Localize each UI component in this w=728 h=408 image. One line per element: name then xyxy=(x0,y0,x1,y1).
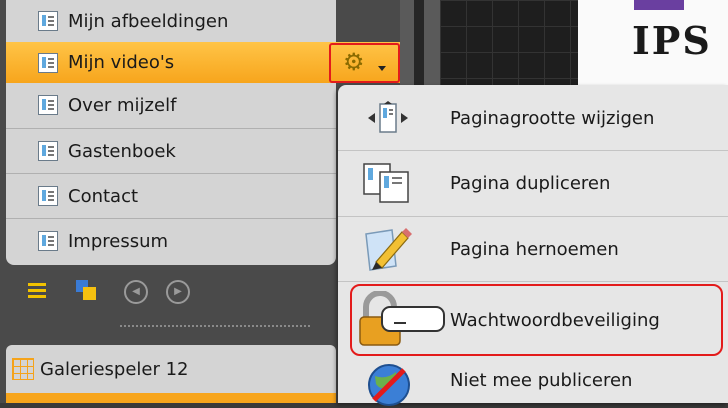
canvas-logo-text: IPS xyxy=(632,18,712,63)
menu-item-rename-page[interactable]: Pagina hernoemen xyxy=(338,218,728,280)
page-item-impressum[interactable]: Impressum xyxy=(6,219,336,263)
page-icon xyxy=(38,231,58,251)
menu-item-label: Paginagrootte wijzigen xyxy=(450,107,655,129)
page-toolbar: ◀ ▶ xyxy=(6,268,336,327)
prev-icon[interactable]: ◀ xyxy=(124,280,148,304)
page-icon xyxy=(38,52,58,73)
page-item-label: Contact xyxy=(68,185,139,207)
page-item-label: Mijn video's xyxy=(68,52,175,73)
menu-item-no-publish[interactable]: Niet mee publiceren xyxy=(338,358,728,406)
page-icon xyxy=(38,186,58,206)
page-item-label: Impressum xyxy=(68,230,169,252)
grid-icon xyxy=(12,358,34,380)
menu-item-duplicate-page[interactable]: Pagina dupliceren xyxy=(338,152,728,214)
page-item-mijn-videos[interactable]: Mijn video's xyxy=(6,42,336,83)
next-icon[interactable]: ▶ xyxy=(166,280,190,304)
duplicate-page-icon xyxy=(363,163,409,203)
rename-page-icon xyxy=(365,228,412,271)
logo-accent xyxy=(634,0,684,10)
page-item-label: Gastenboek xyxy=(68,140,176,162)
chevron-down-icon xyxy=(378,66,386,71)
menu-item-label: Niet mee publiceren xyxy=(450,370,633,391)
page-icon xyxy=(38,11,58,31)
menu-item-label: Pagina hernoemen xyxy=(450,238,619,260)
menu-item-label: Pagina dupliceren xyxy=(450,172,611,194)
gallery-player-item[interactable]: Galeriespeler 12 xyxy=(6,345,336,393)
page-item-over-mijzelf[interactable]: Over mijzelf xyxy=(6,83,336,127)
page-item-gastenboek[interactable]: Gastenboek xyxy=(6,129,336,173)
page-item-label: Mijn afbeeldingen xyxy=(68,10,229,32)
squares-icon[interactable] xyxy=(76,280,98,302)
gallery-selected-strip xyxy=(6,393,336,403)
gallery-label: Galeriespeler 12 xyxy=(40,358,189,380)
menu-divider xyxy=(338,216,728,217)
menu-item-resize-page[interactable]: Paginagrootte wijzigen xyxy=(338,87,728,149)
gear-icon: ⚙ xyxy=(343,48,365,76)
menu-divider xyxy=(338,150,728,151)
dotted-divider xyxy=(120,325,310,327)
page-item-mijn-afbeeldingen[interactable]: Mijn afbeeldingen xyxy=(6,0,336,42)
page-icon xyxy=(38,95,58,115)
page-item-contact[interactable]: Contact xyxy=(6,174,336,218)
menu-item-highlight xyxy=(350,284,723,356)
page-icon xyxy=(38,141,58,161)
list-icon[interactable] xyxy=(28,283,46,301)
no-publish-icon xyxy=(368,364,410,406)
page-item-label: Over mijzelf xyxy=(68,94,177,116)
menu-divider xyxy=(338,281,728,282)
resize-page-icon xyxy=(368,101,408,133)
